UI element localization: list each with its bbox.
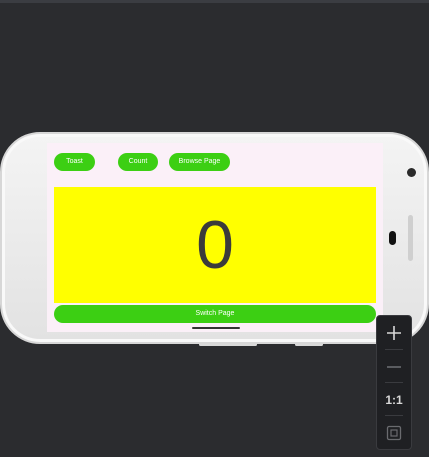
browse-page-button[interactable]: Browse Page xyxy=(169,153,230,171)
count-button[interactable]: Count xyxy=(118,153,158,171)
fit-screen-icon xyxy=(386,425,402,440)
toast-button[interactable]: Toast xyxy=(54,153,95,171)
home-indicator[interactable] xyxy=(192,327,240,329)
zoom-controls: 1:1 xyxy=(376,315,412,450)
actual-size-label: 1:1 xyxy=(385,392,403,407)
fit-screen-button[interactable] xyxy=(377,416,411,449)
emulator-screen: Toast Count Browse Page 0 Switch Page xyxy=(47,143,383,332)
zoom-in-button[interactable] xyxy=(377,316,411,349)
device-speaker xyxy=(408,215,413,261)
actual-size-button[interactable]: 1:1 xyxy=(377,383,411,416)
editor-top-border xyxy=(0,0,429,3)
plus-icon xyxy=(387,325,401,340)
counter-display: 0 xyxy=(54,187,376,303)
counter-value: 0 xyxy=(196,207,234,283)
minus-icon xyxy=(387,365,401,368)
zoom-out-button[interactable] xyxy=(377,350,411,383)
camera-icon xyxy=(407,168,416,177)
switch-page-button[interactable]: Switch Page xyxy=(54,305,376,323)
device-sensor xyxy=(389,231,396,245)
